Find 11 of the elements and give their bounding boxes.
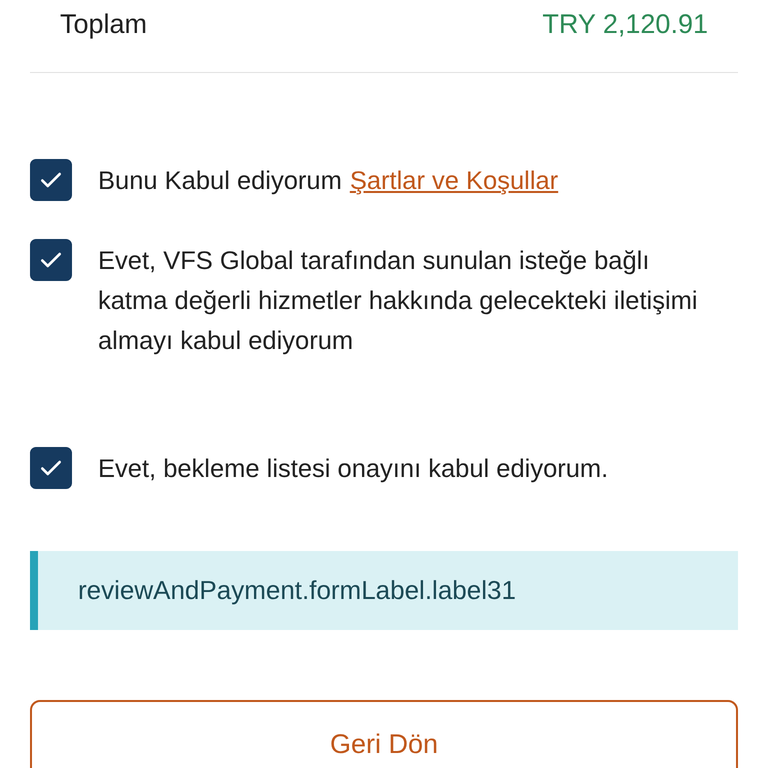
consent-text: Bunu Kabul ediyorum xyxy=(98,166,342,197)
total-label: Toplam xyxy=(60,8,148,40)
back-button[interactable]: Geri Dön xyxy=(30,700,738,768)
info-note: reviewAndPayment.formLabel.label31 xyxy=(30,551,738,630)
terms-link[interactable]: Şartlar ve Koşullar xyxy=(350,161,558,201)
checkbox[interactable] xyxy=(30,447,72,489)
checkbox[interactable] xyxy=(30,239,72,281)
consent-text: Evet, VFS Global tarafından sunulan isteğe bağlı katma değerli hizmetler hakkında gelecekteki iletişimi almayı kabul ediyorum xyxy=(98,246,699,357)
total-amount: TRY 2,120.91 xyxy=(542,8,708,40)
checkbox[interactable] xyxy=(30,159,72,201)
consent-text: Evet, bekleme listesi onayını kabul ediyorum. xyxy=(98,454,608,485)
